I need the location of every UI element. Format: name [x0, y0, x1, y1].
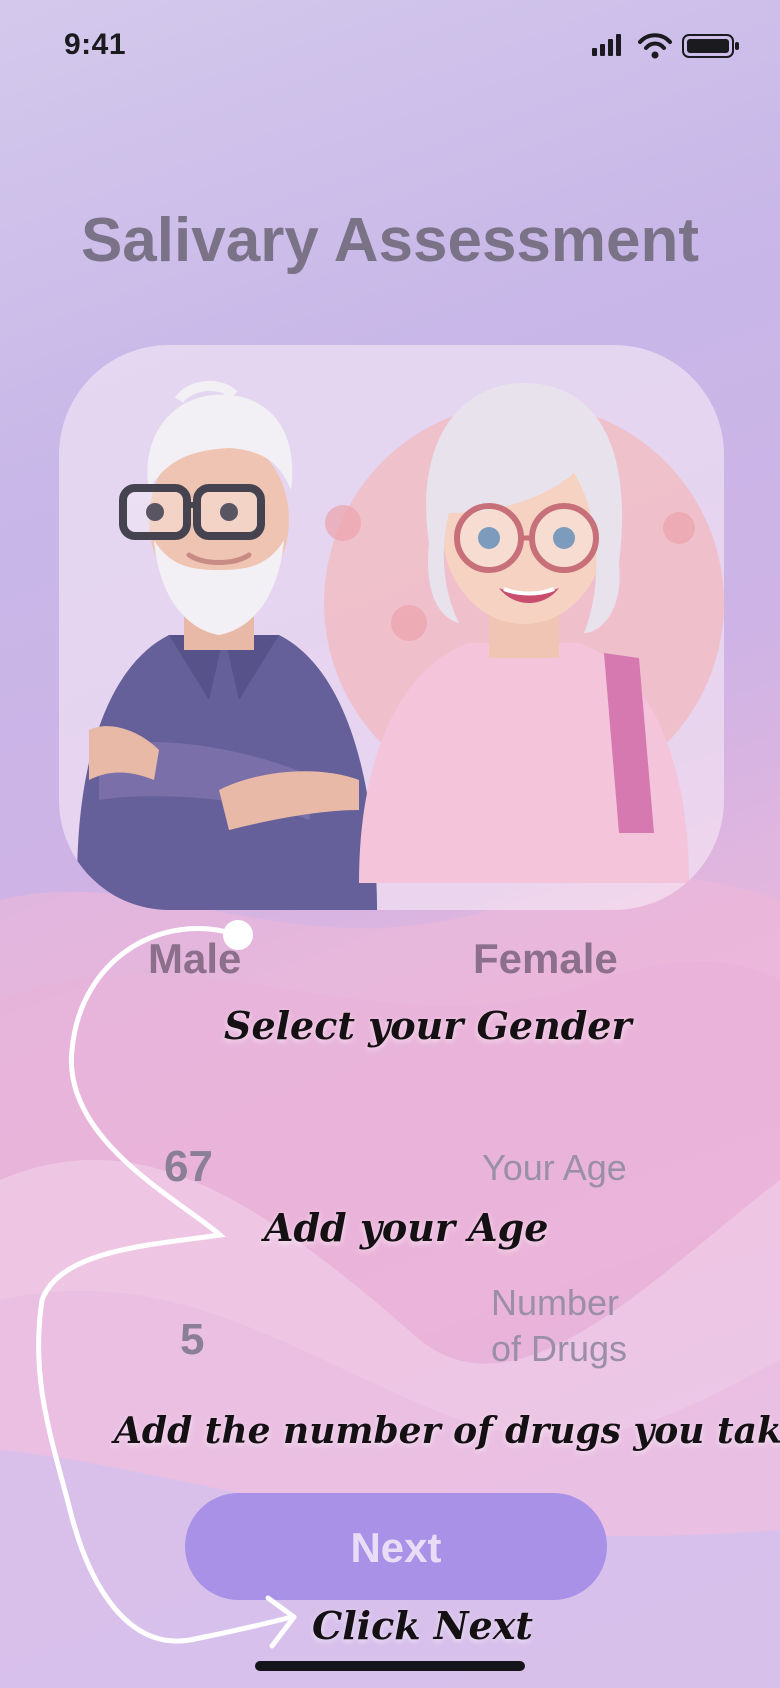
click-next-hint: Click Next — [312, 1603, 533, 1648]
home-indicator[interactable] — [255, 1661, 525, 1671]
add-age-hint: Add your Age — [264, 1205, 549, 1250]
drugs-value[interactable]: 5 — [180, 1315, 204, 1365]
status-time: 9:41 — [64, 28, 127, 61]
female-avatar[interactable] — [319, 363, 724, 883]
next-button[interactable]: Next — [185, 1493, 607, 1600]
salivary-assessment-screen: 9:41 Salivary Assessment Male Female Sel… — [0, 0, 780, 1688]
gender-selection-card — [59, 345, 724, 910]
gender-male-label[interactable]: Male — [148, 935, 241, 983]
status-bar: 9:41 — [0, 0, 780, 90]
status-icons — [592, 33, 739, 59]
select-gender-hint: Select your Gender — [224, 1003, 632, 1048]
drugs-label-line2: of Drugs — [491, 1328, 628, 1369]
add-drugs-hint: Add the number of drugs you take per day — [114, 1410, 780, 1452]
drugs-label-line1: Number — [491, 1282, 620, 1323]
battery-icon — [682, 34, 739, 58]
cellular-signal-icon — [592, 34, 621, 56]
drugs-field-label: Number of Drugs — [491, 1280, 691, 1372]
age-value[interactable]: 67 — [164, 1142, 213, 1192]
gender-female-label[interactable]: Female — [473, 935, 618, 983]
wifi-icon — [638, 33, 672, 59]
page-title: Salivary Assessment — [80, 206, 700, 275]
age-field-label: Your Age — [482, 1147, 627, 1188]
